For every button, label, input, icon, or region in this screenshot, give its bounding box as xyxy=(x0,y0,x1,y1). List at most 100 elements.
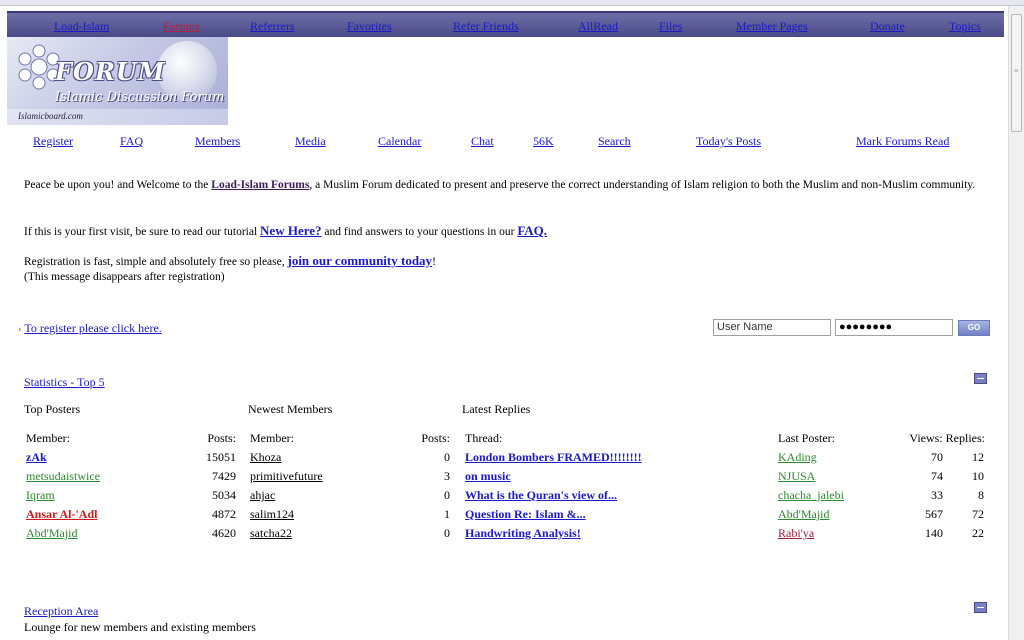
browser-top-edge xyxy=(0,0,1024,6)
login-go-button[interactable]: GO xyxy=(958,320,990,336)
latest-replies-views-replies-header: Views: Replies: xyxy=(909,431,985,445)
latest-replies-thread-header: Thread: xyxy=(465,431,503,445)
latest-reply-thread[interactable]: Question Re: Islam &... xyxy=(465,507,586,522)
subnav-members[interactable]: Members xyxy=(195,134,240,149)
latest-reply-views: 74 xyxy=(931,469,943,483)
subnav-media[interactable]: Media xyxy=(295,134,326,149)
newest-members-member-header: Member: xyxy=(250,431,294,445)
scrollbar-thumb[interactable]: ≡ xyxy=(1011,14,1022,132)
first-visit-text-b: and find answers to your questions in ou… xyxy=(321,226,518,238)
latest-replies-last-poster-header: Last Poster: xyxy=(778,431,835,445)
first-visit-paragraph: If this is your first visit, be sure to … xyxy=(24,223,984,240)
registration-paragraph: Registration is fast, simple and absolut… xyxy=(24,253,984,270)
subnav-calendar[interactable]: Calendar xyxy=(378,134,421,149)
reception-area-description: Lounge for new members and existing memb… xyxy=(24,620,256,634)
latest-reply-views: 567 xyxy=(925,507,943,521)
top-poster-posts: 4872 xyxy=(212,507,236,521)
welcome-text-a: Peace be upon you! and Welcome to the xyxy=(24,179,212,191)
top-poster-name[interactable]: Ansar Al-'Adl xyxy=(26,507,97,522)
newest-member-posts: 0 xyxy=(444,488,450,502)
topnav-load-islam[interactable]: Load-Islam xyxy=(54,19,109,34)
latest-reply-replies: 72 xyxy=(972,507,984,521)
load-islam-forums-link[interactable]: Load-Islam Forums xyxy=(211,179,309,191)
latest-reply-thread[interactable]: Handwriting Analysis! xyxy=(465,526,581,541)
newest-member-name[interactable]: satcha22 xyxy=(250,526,292,541)
subnav-todays-posts[interactable]: Today's Posts xyxy=(696,134,761,149)
topnav-refer-friends[interactable]: Refer Friends xyxy=(453,19,519,34)
topnav-member-pages[interactable]: Member Pages xyxy=(736,19,808,34)
latest-reply-replies: 10 xyxy=(972,469,984,483)
latest-reply-replies: 22 xyxy=(972,526,984,540)
newest-member-posts: 3 xyxy=(444,469,450,483)
newest-member-name[interactable]: Khoza xyxy=(250,450,281,465)
latest-reply-last-poster[interactable]: chacha_jalebi xyxy=(778,488,844,503)
username-input[interactable]: User Name xyxy=(713,319,831,336)
top-poster-posts: 4620 xyxy=(212,526,236,540)
top-poster-posts: 15051 xyxy=(206,450,236,464)
top-poster-name[interactable]: zAk xyxy=(26,450,47,465)
logo-title: FORUM xyxy=(55,57,166,86)
vertical-scrollbar[interactable]: ≡ xyxy=(1008,6,1024,640)
scrollbar-grip-icon: ≡ xyxy=(1014,66,1019,75)
top-posters-posts-header: Posts: xyxy=(207,431,236,445)
arrow-right-icon: › xyxy=(18,324,22,335)
latest-reply-views: 33 xyxy=(931,488,943,502)
registration-note: (This message disappears after registrat… xyxy=(24,271,225,283)
latest-reply-last-poster[interactable]: NJUSA xyxy=(778,469,815,484)
top-poster-name[interactable]: Abd'Majid xyxy=(26,526,78,541)
subnav-mark-forums-read[interactable]: Mark Forums Read xyxy=(856,134,949,149)
topnav-donate[interactable]: Donate xyxy=(870,19,905,34)
subnav-register[interactable]: Register xyxy=(33,134,73,149)
newest-member-name[interactable]: primitivefuture xyxy=(250,469,323,484)
statistics-title[interactable]: Statistics - Top 5 xyxy=(24,375,105,390)
registration-text-b: ! xyxy=(432,256,436,268)
subnav-56k[interactable]: 56K xyxy=(533,134,554,149)
latest-reply-replies: 8 xyxy=(978,488,984,502)
password-input[interactable]: ●●●●●●●● xyxy=(835,319,953,336)
topnav-favorites[interactable]: Favorites xyxy=(347,19,392,34)
latest-reply-thread[interactable]: What is the Quran's view of... xyxy=(465,488,617,503)
latest-reply-thread[interactable]: on music xyxy=(465,469,511,484)
newest-member-posts: 1 xyxy=(444,507,450,521)
welcome-paragraph: Peace be upon you! and Welcome to the Lo… xyxy=(24,177,984,193)
top-poster-posts: 5034 xyxy=(212,488,236,502)
forum-logo[interactable]: FORUM Islamic Discussion Forum Islamicbo… xyxy=(7,37,228,125)
latest-reply-last-poster[interactable]: KAding xyxy=(778,450,817,465)
top-posters-member-header: Member: xyxy=(26,431,70,445)
newest-member-name[interactable]: salim124 xyxy=(250,507,294,522)
reception-area-title[interactable]: Reception Area xyxy=(24,604,98,619)
newest-members-heading: Newest Members xyxy=(248,402,333,416)
top-posters-heading: Top Posters xyxy=(24,402,81,416)
top-poster-name[interactable]: Iqram xyxy=(26,488,55,503)
register-row: › To register please click here. xyxy=(18,321,162,336)
latest-reply-views: 140 xyxy=(925,526,943,540)
latest-reply-replies: 12 xyxy=(972,450,984,464)
logo-domain: Islamicboard.com xyxy=(18,111,83,121)
top-poster-name[interactable]: metsudaistwice xyxy=(26,469,100,484)
join-community-link[interactable]: join our community today xyxy=(287,253,432,268)
collapse-reception-icon[interactable] xyxy=(974,602,987,613)
latest-reply-last-poster[interactable]: Abd'Majid xyxy=(778,507,830,522)
collapse-statistics-icon[interactable] xyxy=(974,373,987,384)
latest-reply-thread[interactable]: London Bombers FRAMED!!!!!!!! xyxy=(465,450,642,465)
topnav-forums[interactable]: Forums xyxy=(163,19,200,34)
register-click-link[interactable]: To register please click here. xyxy=(24,321,161,335)
new-here-link[interactable]: New Here? xyxy=(260,223,321,238)
subnav-faq[interactable]: FAQ xyxy=(120,134,143,149)
latest-reply-last-poster[interactable]: Rabi'ya xyxy=(778,526,814,541)
top-navigation-bar: Load-Islam Forums Referrers Favorites Re… xyxy=(7,11,1004,37)
subnav-chat[interactable]: Chat xyxy=(471,134,494,149)
faq-link[interactable]: FAQ. xyxy=(517,223,547,238)
top-poster-posts: 7429 xyxy=(212,469,236,483)
latest-reply-views: 70 xyxy=(931,450,943,464)
newest-member-name[interactable]: ahjac xyxy=(250,488,275,503)
topnav-topics[interactable]: Topics xyxy=(949,19,981,34)
topnav-allread[interactable]: AllRead xyxy=(578,19,618,34)
logo-subtitle: Islamic Discussion Forum xyxy=(55,90,225,105)
newest-members-posts-header: Posts: xyxy=(421,431,450,445)
subnav-search[interactable]: Search xyxy=(598,134,631,149)
topnav-referrers[interactable]: Referrers xyxy=(250,19,295,34)
newest-member-posts: 0 xyxy=(444,526,450,540)
welcome-text-b: , a Muslim Forum dedicated to present an… xyxy=(309,179,976,191)
topnav-files[interactable]: Files xyxy=(659,19,682,34)
